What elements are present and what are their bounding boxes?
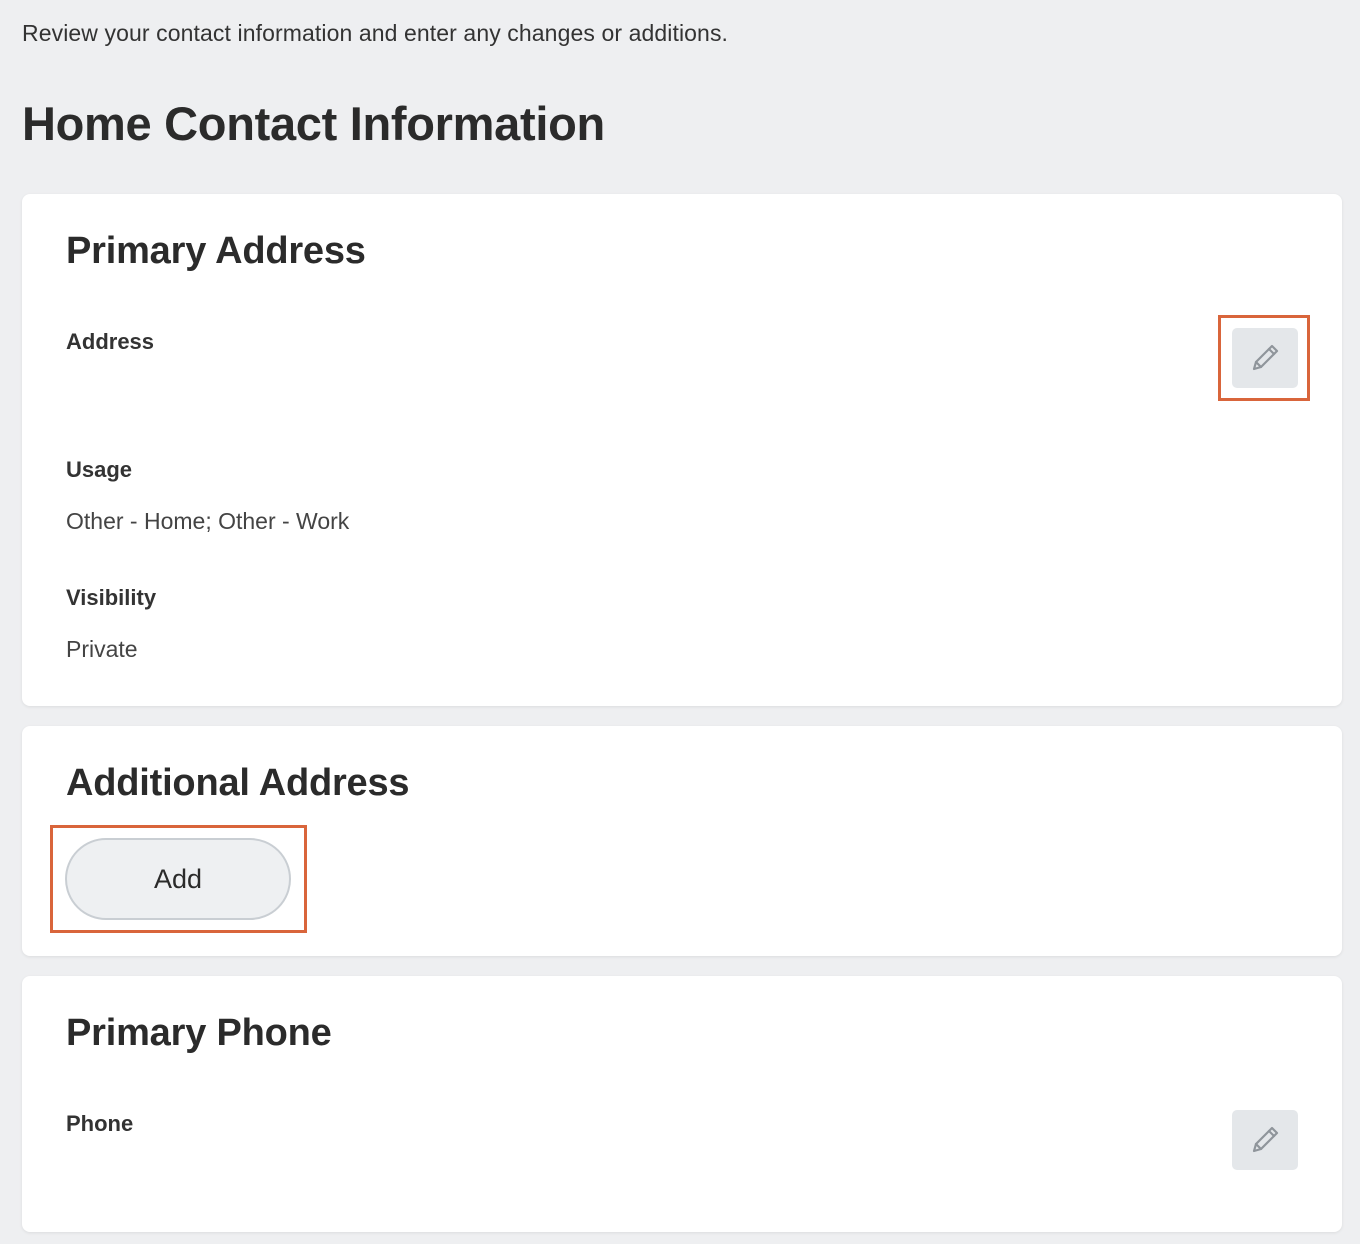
intro-text: Review your contact information and ente… xyxy=(22,20,729,46)
primary-address-card: Primary Address Address Usage Other - Ho… xyxy=(22,194,1342,706)
add-address-button[interactable]: Add xyxy=(65,838,291,920)
edit-primary-phone-button[interactable] xyxy=(1232,1110,1298,1170)
usage-label: Usage xyxy=(66,457,133,482)
additional-address-card: Additional Address Add xyxy=(22,726,1342,956)
visibility-value: Private xyxy=(66,636,138,662)
primary-phone-card: Primary Phone Phone xyxy=(22,976,1342,1232)
usage-value: Other - Home; Other - Work xyxy=(66,508,350,534)
address-label: Address xyxy=(66,329,155,354)
primary-address-title: Primary Address xyxy=(66,230,366,272)
pencil-icon xyxy=(1252,344,1279,371)
edit-primary-address-button[interactable] xyxy=(1232,328,1298,388)
page-title: Home Contact Information xyxy=(22,97,605,150)
pencil-icon xyxy=(1252,1126,1279,1153)
primary-phone-title: Primary Phone xyxy=(66,1012,332,1054)
phone-label: Phone xyxy=(66,1111,134,1136)
visibility-label: Visibility xyxy=(66,585,157,610)
additional-address-title: Additional Address xyxy=(66,762,410,804)
